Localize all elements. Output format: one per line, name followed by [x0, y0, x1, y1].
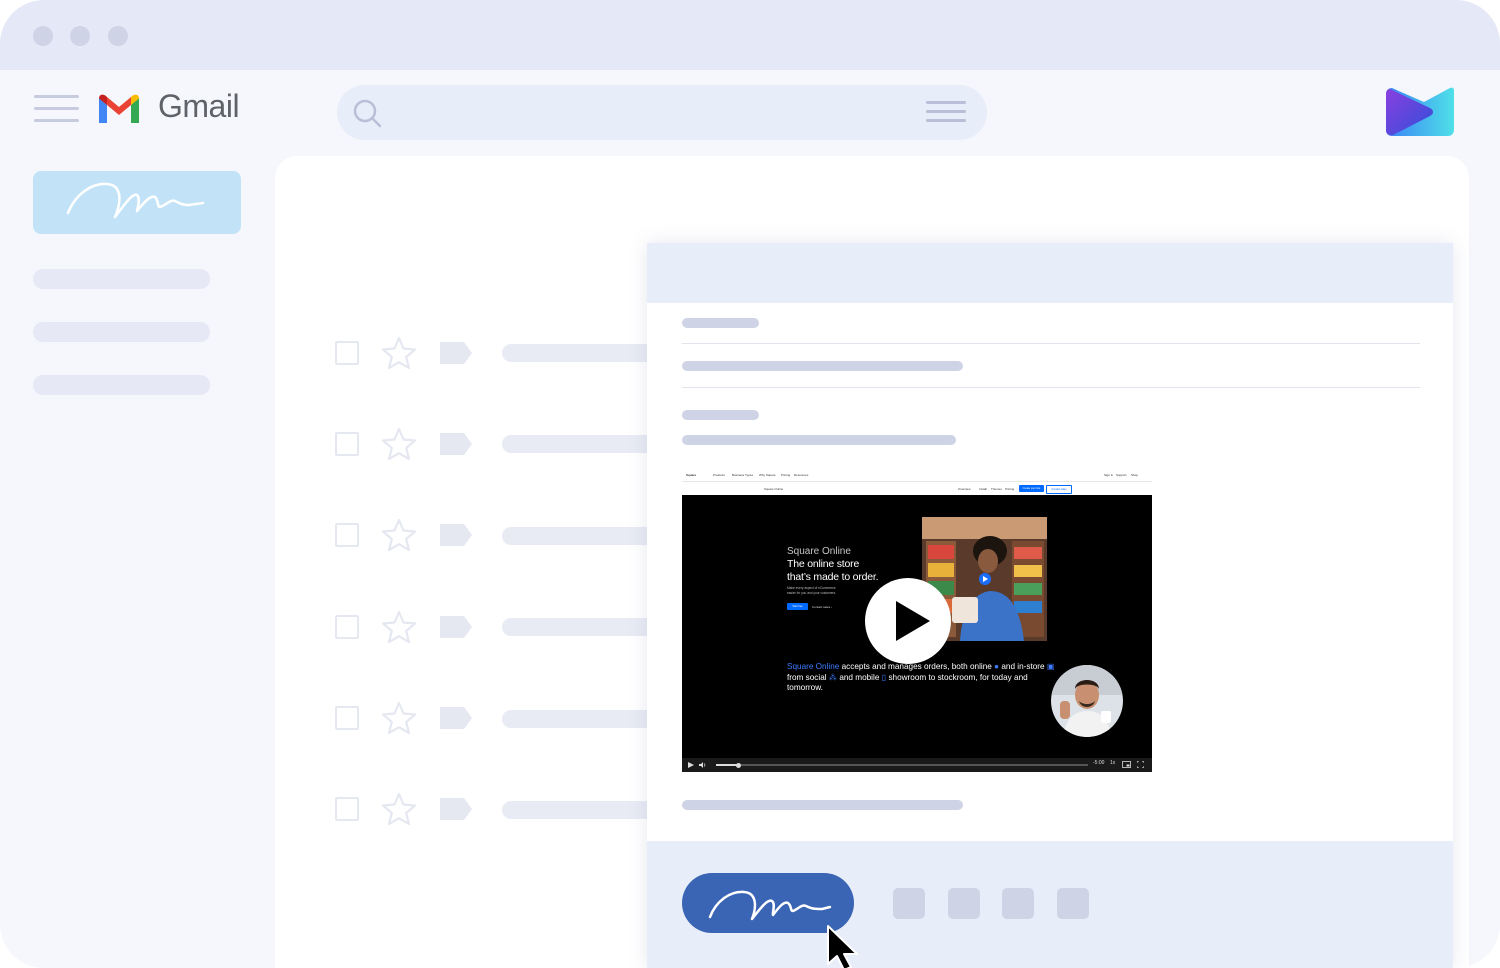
video-site-navbar: Square Products Business Types Why Squar…: [682, 469, 1152, 482]
video-nav-item: Products: [713, 473, 725, 477]
hamburger-menu-icon[interactable]: [34, 95, 79, 123]
video-progress-fill: [716, 764, 739, 766]
compose-signature-button[interactable]: [33, 171, 241, 234]
video-subnav-item: Overview: [958, 487, 971, 491]
search-bar[interactable]: [337, 85, 987, 140]
search-options-icon[interactable]: [926, 101, 966, 123]
app-title: Gmail: [158, 88, 240, 124]
video-subnav-title: Square Online: [764, 487, 784, 491]
video-site-brand: Square: [686, 473, 697, 477]
label-icon[interactable]: [438, 522, 474, 548]
video-body-text: Make every aspect of eCommerce easier fo…: [787, 586, 837, 595]
checkbox-icon[interactable]: [335, 706, 359, 730]
video-nav-item: Why Square: [759, 473, 776, 477]
footer-tool-button[interactable]: [948, 888, 980, 919]
signature-icon: [66, 182, 205, 219]
video-description: Square Online accepts and manages orders…: [787, 662, 1055, 692]
row-subject: [502, 344, 648, 362]
star-icon[interactable]: [381, 518, 417, 552]
window-dot-close[interactable]: [33, 26, 53, 46]
window-dot-minimize[interactable]: [70, 26, 90, 46]
star-icon[interactable]: [381, 610, 417, 644]
divider: [682, 387, 1420, 388]
window-titlebar: [0, 0, 1500, 70]
row-subject: [502, 527, 648, 545]
email-subject-placeholder: [682, 361, 963, 371]
video-cta-secondary: Contact sales ›: [812, 605, 833, 609]
email-greeting-placeholder: [682, 410, 759, 420]
email-body-placeholder: [682, 435, 956, 445]
video-brand-logo-icon: [1386, 87, 1454, 136]
video-nav-item: Resources: [794, 473, 809, 477]
checkbox-icon[interactable]: [335, 432, 359, 456]
label-icon[interactable]: [438, 614, 474, 640]
checkbox-icon[interactable]: [335, 341, 359, 365]
gmail-m-logo-icon[interactable]: [97, 92, 141, 124]
video-subnav-button: Create your site: [1019, 485, 1044, 492]
label-icon[interactable]: [438, 705, 474, 731]
row-subject: [502, 710, 648, 728]
footer-tool-button[interactable]: [893, 888, 925, 919]
label-icon[interactable]: [438, 340, 474, 366]
video-subnav-item: Themes: [991, 487, 1002, 491]
email-card-header: [647, 243, 1453, 303]
video-subnav-button: Contact sales: [1046, 485, 1072, 494]
browser-window: Gmail Square Products Business Types Why…: [0, 0, 1500, 968]
play-icon[interactable]: [688, 762, 694, 768]
label-icon[interactable]: [438, 431, 474, 457]
checkbox-icon[interactable]: [335, 797, 359, 821]
video-controls-bar: -5:00 1x: [682, 758, 1152, 772]
window-dot-maximize[interactable]: [108, 26, 128, 46]
video-site-subnav: Square Online Overview Install Themes Pr…: [682, 482, 1152, 495]
video-nav-item: Pricing: [781, 473, 791, 477]
video-presenter-avatar: [1051, 665, 1123, 737]
video-nav-item: Sign in: [1104, 473, 1114, 477]
search-icon[interactable]: [350, 96, 384, 130]
mouse-pointer-icon: [827, 925, 858, 968]
sidebar-item-3[interactable]: [33, 375, 210, 395]
star-icon[interactable]: [381, 792, 417, 826]
video-nav-item: Support: [1116, 473, 1127, 477]
row-subject: [502, 801, 648, 819]
fullscreen-icon[interactable]: [1137, 761, 1144, 768]
checkbox-icon[interactable]: [335, 615, 359, 639]
video-speed-button[interactable]: 1x: [1110, 760, 1115, 766]
video-nav-item: Shop: [1131, 473, 1139, 477]
play-icon[interactable]: [864, 577, 952, 665]
divider: [682, 343, 1420, 344]
checkbox-icon[interactable]: [335, 523, 359, 547]
video-time-remaining: -5:00: [1093, 760, 1105, 766]
row-subject: [502, 618, 648, 636]
footer-tool-button[interactable]: [1057, 888, 1089, 919]
picture-in-picture-icon[interactable]: [1122, 761, 1131, 768]
video-cta-primary: Start free: [787, 603, 808, 610]
email-body-placeholder: [682, 800, 963, 810]
video-nav-item: Business Types: [732, 473, 753, 477]
embedded-video-player[interactable]: Square Products Business Types Why Squar…: [682, 469, 1152, 772]
video-subnav-item: Install: [979, 487, 987, 491]
video-product-name: Square Online: [787, 546, 851, 557]
star-icon[interactable]: [381, 427, 417, 461]
video-progress-track[interactable]: [716, 762, 1088, 768]
email-from-placeholder: [682, 318, 759, 328]
sidebar-item-1[interactable]: [33, 269, 210, 289]
video-subnav-item: Pricing: [1005, 487, 1015, 491]
star-icon[interactable]: [381, 336, 417, 370]
sidebar-item-2[interactable]: [33, 322, 210, 342]
footer-tool-button[interactable]: [1002, 888, 1034, 919]
video-progress-handle[interactable]: [735, 762, 741, 768]
label-icon[interactable]: [438, 796, 474, 822]
volume-icon[interactable]: [699, 762, 706, 768]
row-subject: [502, 435, 648, 453]
star-icon[interactable]: [381, 701, 417, 735]
